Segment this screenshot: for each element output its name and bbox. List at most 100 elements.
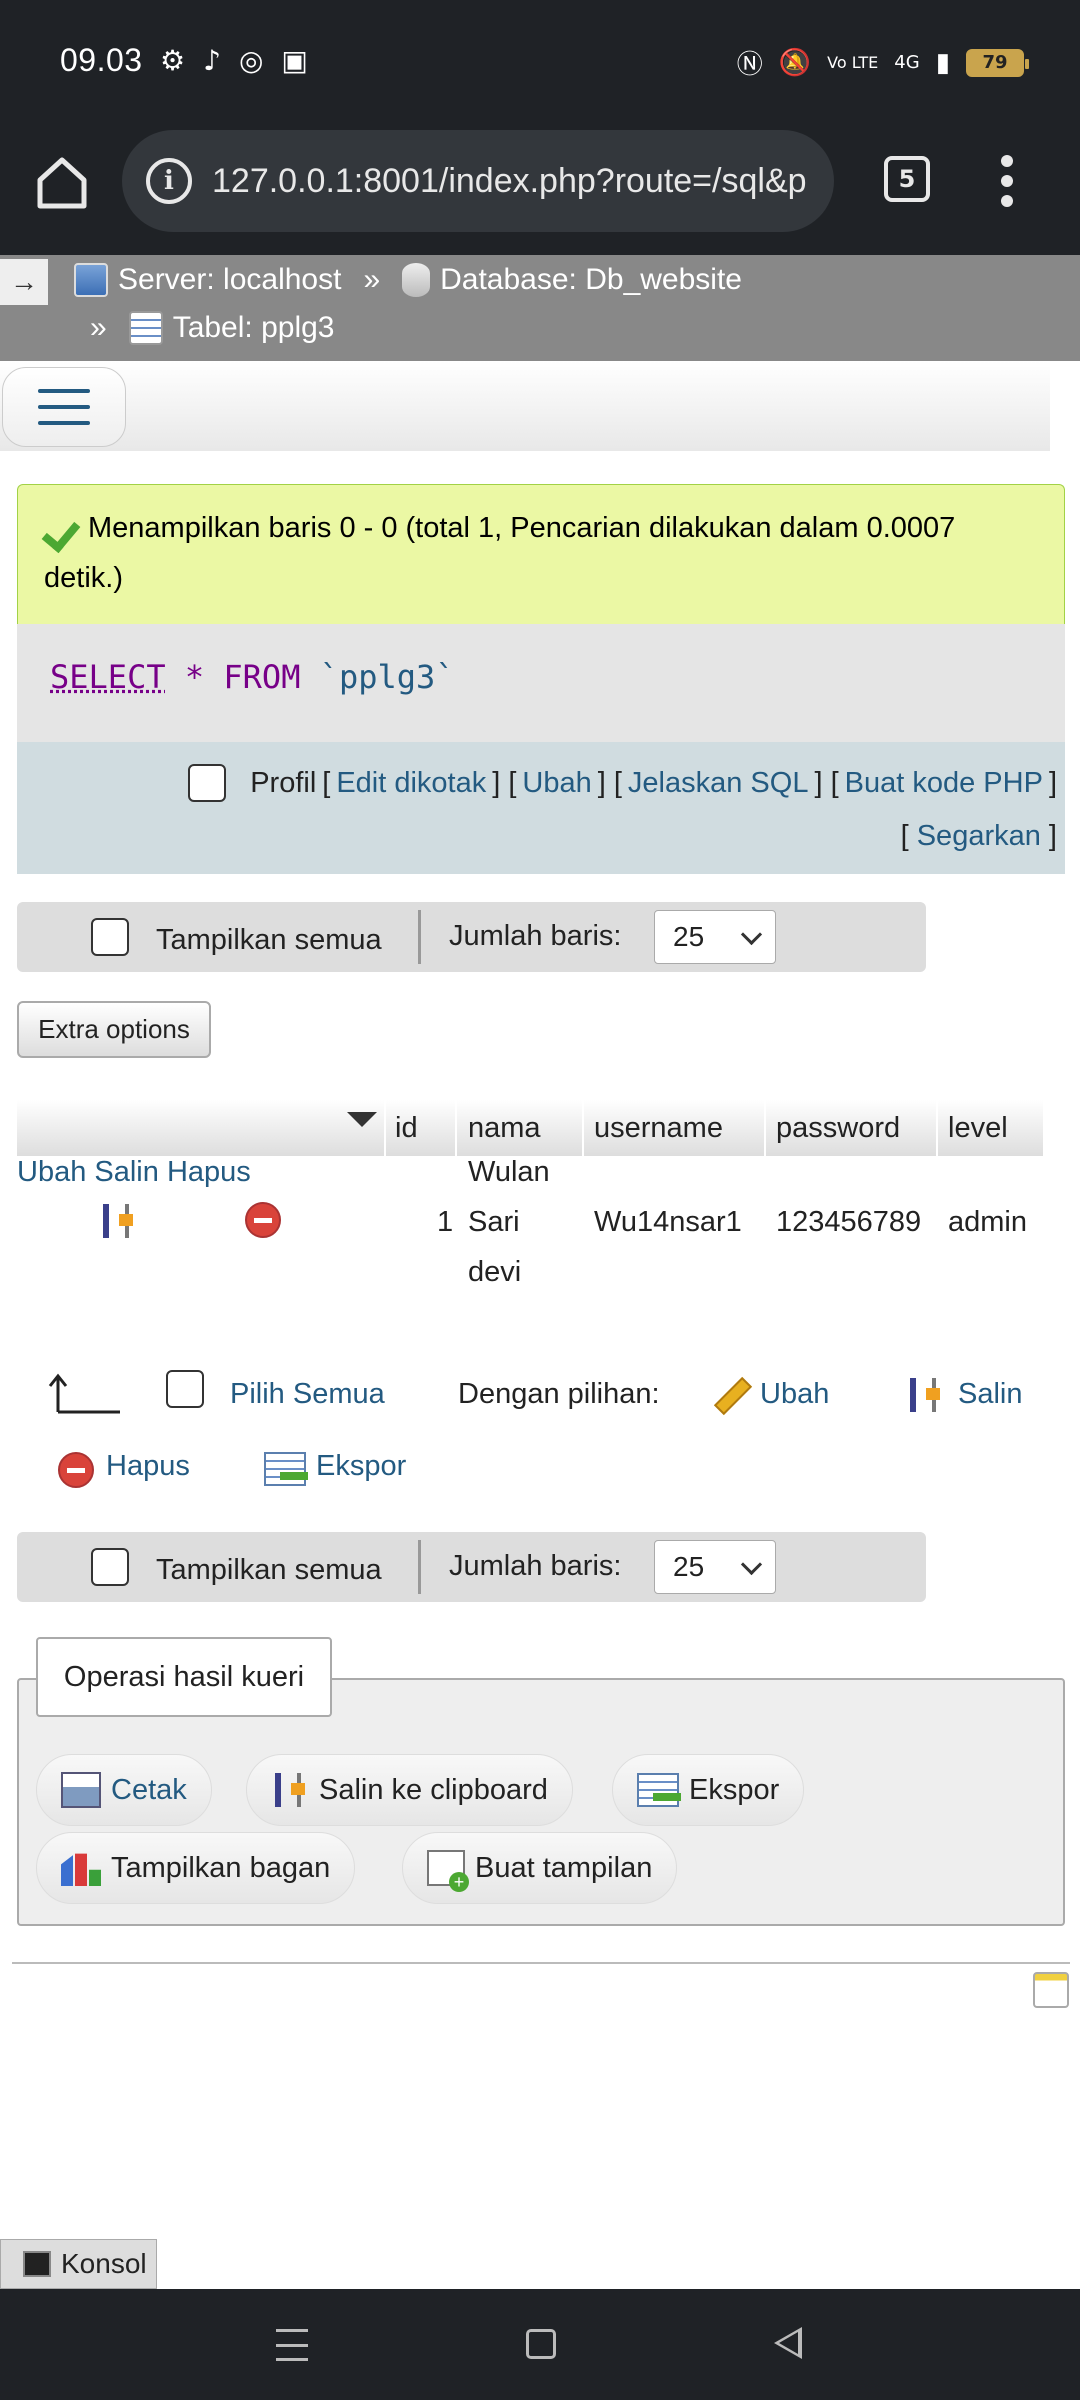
query-operations-legend: Operasi hasil kueri (36, 1637, 332, 1717)
export-button[interactable]: Ekspor (612, 1754, 805, 1826)
cell-level: admin (948, 1206, 1027, 1238)
show-all-checkbox[interactable] (91, 918, 129, 956)
sql-table: `pplg3` (319, 658, 455, 696)
copy-icon (271, 1771, 309, 1809)
profil-label: Profil (250, 766, 317, 799)
volte-icon: Vo LTE (827, 53, 879, 72)
copy-icon[interactable] (906, 1376, 944, 1414)
rows-label: Jumlah baris: (449, 1550, 622, 1582)
back-icon[interactable] (774, 2327, 802, 2359)
system-navigation-bar (0, 2289, 1080, 2400)
mute-icon: 🔕 (778, 47, 812, 78)
battery-icon: 79 (966, 48, 1029, 77)
breadcrumb: → Server: localhost » Database: Db_websi… (0, 255, 1080, 361)
hamburger-menu-icon[interactable] (2, 367, 126, 447)
breadcrumb-table[interactable]: Tabel: pplg3 (173, 311, 335, 345)
console-icon (23, 2251, 51, 2277)
breadcrumb-separator: » (90, 311, 107, 344)
table-icon (128, 311, 163, 345)
browser-menu-icon[interactable] (995, 155, 1019, 207)
select-all-link[interactable]: Pilih Semua (230, 1378, 385, 1411)
breadcrumb-database[interactable]: Database: Db_website (440, 263, 742, 297)
address-bar[interactable]: i 127.0.0.1:8001/index.php?route=/sql&p (122, 130, 834, 232)
column-password[interactable]: password (776, 1112, 900, 1145)
print-label[interactable]: Cetak (111, 1774, 187, 1807)
navigation-bar-bottom: Tampilkan semua Jumlah baris: 25 (17, 1532, 926, 1602)
divider (12, 1962, 1070, 1964)
notification-icons: ⚙ ♪ ◎ ▣ (160, 44, 308, 77)
link-refresh[interactable]: Segarkan (917, 820, 1041, 852)
signal-bars-icon: ▮ (935, 47, 950, 78)
nav-toggle-button[interactable]: → (0, 259, 48, 305)
column-nama[interactable]: nama (468, 1112, 541, 1145)
open-new-window-icon[interactable] (1033, 1972, 1069, 2008)
bulk-export-link[interactable]: Ekspor (316, 1450, 406, 1483)
delete-icon[interactable] (58, 1452, 94, 1488)
home-icon[interactable] (32, 152, 92, 212)
link-create-php[interactable]: Buat kode PHP (845, 767, 1043, 800)
table-row: Ubah Salin Hapus 1 Wulan Sari devi Wu14n… (17, 1156, 1043, 1306)
copy-icon[interactable] (99, 1202, 137, 1240)
export-icon (637, 1773, 681, 1807)
breadcrumb-separator: » (363, 263, 381, 296)
url-text[interactable]: 127.0.0.1:8001/index.php?route=/sql&p (212, 162, 807, 201)
profil-checkbox[interactable] (188, 764, 227, 802)
breadcrumb-server[interactable]: Server: localhost (118, 263, 341, 297)
show-all-checkbox[interactable] (91, 1548, 129, 1586)
create-view-label[interactable]: Buat tampilan (475, 1852, 652, 1885)
tiktok-icon: ♪ (203, 44, 221, 77)
pencil-icon[interactable] (712, 1376, 750, 1414)
arrow-up-left-icon (48, 1373, 120, 1414)
select-all-checkbox[interactable] (166, 1370, 204, 1408)
console-toggle[interactable]: Konsol (0, 2239, 157, 2289)
checkmark-icon (44, 514, 84, 544)
column-level[interactable]: level (948, 1112, 1008, 1145)
console-label[interactable]: Konsol (61, 2248, 147, 2280)
export-icon[interactable] (264, 1452, 308, 1486)
rows-select[interactable]: 25 (654, 910, 776, 964)
sort-dropdown-icon[interactable] (347, 1112, 377, 1127)
copy-clipboard-label[interactable]: Salin ke clipboard (319, 1774, 548, 1807)
display-chart-label[interactable]: Tampilkan bagan (111, 1852, 330, 1885)
tab-switcher-button[interactable]: 5 (884, 156, 930, 202)
instagram-icon: ◎ (238, 44, 264, 77)
display-chart-button[interactable]: Tampilkan bagan (36, 1832, 356, 1904)
bulk-copy-link[interactable]: Salin (958, 1378, 1023, 1411)
column-username[interactable]: username (594, 1112, 723, 1145)
server-icon (74, 263, 108, 297)
system-icons: Ⓝ 🔕 Vo LTE 4G ▮ 79 (736, 44, 1029, 81)
bulk-edit-link[interactable]: Ubah (760, 1378, 829, 1411)
delete-icon[interactable] (245, 1202, 281, 1238)
success-text: Menampilkan baris 0 - 0 (total 1, Pencar… (44, 512, 956, 594)
sql-keyword-select[interactable]: SELECT (50, 658, 166, 696)
show-all-label[interactable]: Tampilkan semua (156, 924, 382, 957)
clock: 09.03 (60, 42, 143, 78)
link-edit-inline[interactable]: Edit dikotak (336, 767, 486, 800)
database-icon (402, 263, 431, 297)
row-edit-link[interactable]: Ubah (17, 1156, 86, 1188)
recent-apps-icon[interactable] (276, 2329, 308, 2361)
info-icon[interactable]: i (146, 158, 192, 204)
column-id[interactable]: id (395, 1112, 418, 1145)
top-menu (0, 361, 1050, 451)
export-label[interactable]: Ekspor (689, 1774, 779, 1807)
row-copy-link[interactable]: Salin (94, 1156, 159, 1188)
print-button[interactable]: Cetak (36, 1754, 212, 1826)
rows-select[interactable]: 25 (654, 1540, 776, 1594)
cell-nama-line2: Sari (468, 1206, 520, 1238)
nfc-icon: Ⓝ (736, 50, 763, 80)
extra-options-button[interactable]: Extra options (17, 1001, 211, 1058)
cell-nama-line1: Wulan (468, 1156, 550, 1188)
link-explain-sql[interactable]: Jelaskan SQL (628, 767, 809, 800)
sql-query: SELECT * FROM `pplg3` (17, 624, 1065, 742)
system-home-icon[interactable] (526, 2329, 556, 2359)
link-edit[interactable]: Ubah (522, 767, 591, 800)
bulk-delete-link[interactable]: Hapus (106, 1450, 190, 1483)
status-bar: 09.03 ⚙ ♪ ◎ ▣ Ⓝ 🔕 Vo LTE 4G ▮ 79 (0, 0, 1080, 120)
browser-toolbar: i 127.0.0.1:8001/index.php?route=/sql&p … (0, 120, 1080, 255)
show-all-label[interactable]: Tampilkan semua (156, 1554, 382, 1587)
copy-clipboard-button[interactable]: Salin ke clipboard (246, 1754, 573, 1826)
row-delete-link[interactable]: Hapus (167, 1156, 251, 1188)
create-view-button[interactable]: Buat tampilan (402, 1832, 678, 1904)
cell-username: Wu14nsar1 (594, 1206, 742, 1238)
